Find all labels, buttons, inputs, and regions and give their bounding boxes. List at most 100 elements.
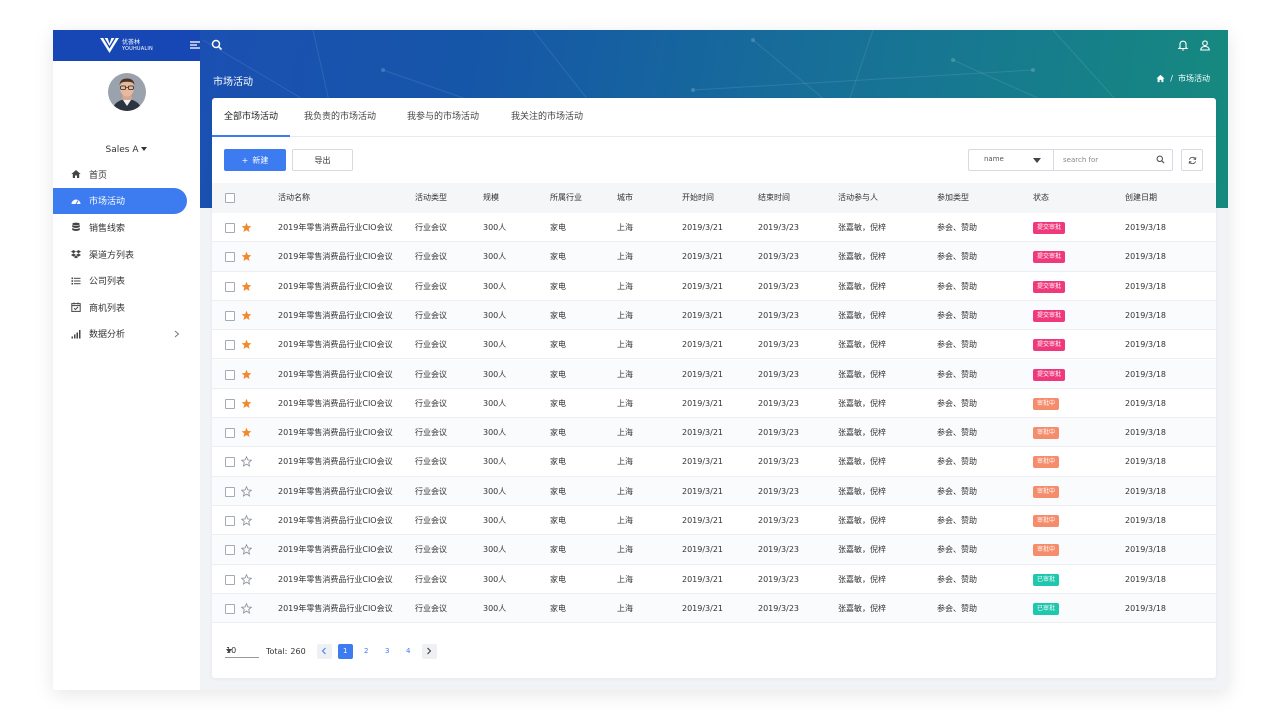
star-filled-icon[interactable] (241, 281, 252, 292)
row-checkbox[interactable] (225, 516, 235, 526)
col-scale-header[interactable]: 规模 (483, 183, 499, 213)
col-join-type-header[interactable]: 参加类型 (937, 183, 969, 213)
search-input[interactable] (1057, 152, 1152, 168)
select-all-checkbox[interactable] (225, 193, 235, 203)
new-button[interactable]: + 新建 (224, 149, 286, 171)
row-checkbox[interactable] (225, 369, 235, 380)
page-button-2[interactable]: 2 (359, 644, 374, 659)
row-checkbox[interactable] (225, 603, 235, 614)
star-filled-icon[interactable] (241, 427, 252, 438)
row-checkbox[interactable] (225, 486, 235, 497)
star-filled-icon[interactable] (241, 310, 252, 321)
activity-name-cell[interactable]: 2019年零售消费品行业CIO会议 (278, 330, 393, 359)
activity-name-cell[interactable]: 2019年零售消费品行业CIO会议 (278, 272, 393, 301)
star-filled-icon[interactable] (241, 339, 252, 350)
menu-toggle-icon[interactable] (189, 39, 201, 51)
star-outline-icon[interactable] (241, 485, 252, 497)
page-size-select[interactable]: 10 (225, 644, 259, 658)
page-button-1[interactable]: 1 (337, 643, 353, 659)
field-select[interactable]: name (969, 150, 1054, 170)
search-icon[interactable] (1156, 155, 1165, 164)
activity-name-cell[interactable]: 2019年零售消费品行业CIO会议 (278, 418, 393, 447)
prev-page-button[interactable] (316, 643, 332, 659)
star-filled-icon[interactable] (241, 222, 252, 233)
col-city-header[interactable]: 城市 (617, 183, 633, 213)
next-page-button[interactable] (421, 643, 437, 659)
col-activity-type-header[interactable]: 活动类型 (415, 183, 447, 213)
col-created-date-header[interactable]: 创建日期 (1125, 183, 1157, 213)
activity-name-cell[interactable]: 2019年零售消费品行业CIO会议 (278, 242, 393, 271)
table-row[interactable]: 2019年零售消费品行业CIO会议 行业会议 300人 家电 上海 2019/3/21 20… (212, 359, 1216, 389)
star-outline-icon[interactable] (241, 602, 252, 614)
activity-name-cell[interactable]: 2019年零售消费品行业CIO会议 (278, 360, 393, 389)
page-button-3[interactable]: 3 (380, 644, 395, 659)
table-row[interactable]: 2019年零售消费品行业CIO会议 行业会议 300人 家电 上海 2019/3/21 20… (212, 242, 1216, 272)
col-participants-header[interactable]: 活动参与人 (838, 183, 878, 213)
table-row[interactable]: 2019年零售消费品行业CIO会议 行业会议 300人 家电 上海 2019/3/21 20… (212, 506, 1216, 536)
user-profile-icon[interactable] (1199, 39, 1211, 51)
row-checkbox[interactable] (225, 340, 235, 351)
search-icon[interactable] (211, 39, 223, 51)
table-row[interactable]: 2019年零售消费品行业CIO会议 行业会议 300人 家电 上海 2019/3/21 20… (212, 476, 1216, 506)
tab-my-owned[interactable]: 我负责的市场活动 (304, 98, 376, 137)
sidebar-item-analytics[interactable]: 数据分析 (53, 321, 200, 348)
table-row[interactable]: 2019年零售消费品行业CIO会议 行业会议 300人 家电 上海 2019/3/21 20… (212, 565, 1216, 594)
col-activity-name-header[interactable]: 活动名称 (278, 183, 310, 213)
tab-all-activities[interactable]: 全部市场活动 (212, 98, 291, 137)
table-row[interactable]: 2019年零售消费品行业CIO会议 行业会议 300人 家电 上海 2019/3/21 20… (212, 330, 1216, 360)
star-outline-icon[interactable] (241, 456, 252, 468)
star-filled-icon[interactable] (241, 398, 252, 409)
activity-name-cell[interactable]: 2019年零售消费品行业CIO会议 (278, 301, 393, 330)
table-row[interactable]: 2019年零售消费品行业CIO会议 行业会议 300人 家电 上海 2019/3/21 20… (212, 447, 1216, 477)
user-name[interactable]: Sales A (106, 145, 139, 155)
table-row[interactable]: 2019年零售消费品行业CIO会议 行业会议 300人 家电 上海 2019/3/21 20… (212, 418, 1216, 448)
activity-name-cell[interactable]: 2019年零售消费品行业CIO会议 (278, 535, 393, 564)
col-start-time-header[interactable]: 开始时间 (682, 183, 714, 213)
star-filled-icon[interactable] (241, 251, 252, 262)
table-row[interactable]: 2019年零售消费品行业CIO会议 行业会议 300人 家电 上海 2019/3/21 20… (212, 389, 1216, 419)
sidebar-item-leads[interactable]: 销售线索 (53, 214, 200, 241)
col-status-header[interactable]: 状态 (1033, 183, 1049, 213)
sidebar-item-home[interactable]: 首页 (53, 161, 200, 188)
col-industry-header[interactable]: 所属行业 (550, 183, 582, 213)
activity-name-cell[interactable]: 2019年零售消费品行业CIO会议 (278, 565, 393, 594)
activity-name-cell[interactable]: 2019年零售消费品行业CIO会议 (278, 213, 393, 242)
row-checkbox[interactable] (225, 545, 235, 556)
star-filled-icon[interactable] (241, 369, 252, 380)
tab-my-followed[interactable]: 我关注的市场活动 (511, 98, 583, 137)
home-icon[interactable] (1156, 74, 1165, 83)
export-button[interactable]: 导出 (292, 149, 353, 171)
notification-bell-icon[interactable] (1177, 39, 1189, 51)
activity-name-cell[interactable]: 2019年零售消费品行业CIO会议 (278, 594, 393, 623)
row-checkbox[interactable] (225, 428, 235, 439)
refresh-button[interactable] (1181, 149, 1203, 171)
tab-my-participated[interactable]: 我参与的市场活动 (407, 98, 479, 137)
table-row[interactable]: 2019年零售消费品行业CIO会议 行业会议 300人 家电 上海 2019/3/21 20… (212, 272, 1216, 301)
star-outline-icon[interactable] (241, 515, 252, 526)
table-row[interactable]: 2019年零售消费品行业CIO会议 行业会议 300人 家电 上海 2019/3/21 20… (212, 535, 1216, 565)
activity-name-cell[interactable]: 2019年零售消费品行业CIO会议 (278, 506, 393, 535)
table-row[interactable]: 2019年零售消费品行业CIO会议 行业会议 300人 家电 上海 2019/3/21 20… (212, 300, 1216, 331)
row-checkbox[interactable] (225, 398, 235, 409)
sidebar-item-marketing[interactable]: 市场活动 (53, 187, 187, 215)
star-outline-icon[interactable] (241, 544, 252, 556)
logo[interactable]: 优荟林 YOUHUALIN (53, 30, 200, 61)
row-checkbox[interactable] (225, 574, 235, 585)
row-checkbox[interactable] (225, 281, 235, 292)
row-checkbox[interactable] (225, 252, 235, 263)
row-checkbox[interactable] (225, 310, 235, 321)
sidebar-item-opportunities[interactable]: 商机列表 (53, 294, 200, 321)
col-end-time-header[interactable]: 结束时间 (758, 183, 790, 213)
activity-name-cell[interactable]: 2019年零售消费品行业CIO会议 (278, 447, 393, 476)
avatar[interactable] (108, 73, 146, 111)
table-row[interactable]: 2019年零售消费品行业CIO会议 行业会议 300人 家电 上海 2019/3/21 20… (212, 213, 1216, 243)
row-checkbox[interactable] (225, 223, 235, 233)
table-row[interactable]: 2019年零售消费品行业CIO会议 行业会议 300人 家电 上海 2019/3/21 20… (212, 593, 1216, 624)
sidebar-item-channels[interactable]: 渠道方列表 (53, 241, 200, 268)
activity-name-cell[interactable]: 2019年零售消费品行业CIO会议 (278, 389, 393, 418)
chevron-down-icon[interactable] (141, 147, 148, 151)
star-outline-icon[interactable] (241, 573, 252, 585)
sidebar-item-companies[interactable]: 公司列表 (53, 267, 200, 294)
activity-name-cell[interactable]: 2019年零售消费品行业CIO会议 (278, 477, 393, 506)
page-button-4[interactable]: 4 (401, 644, 416, 659)
